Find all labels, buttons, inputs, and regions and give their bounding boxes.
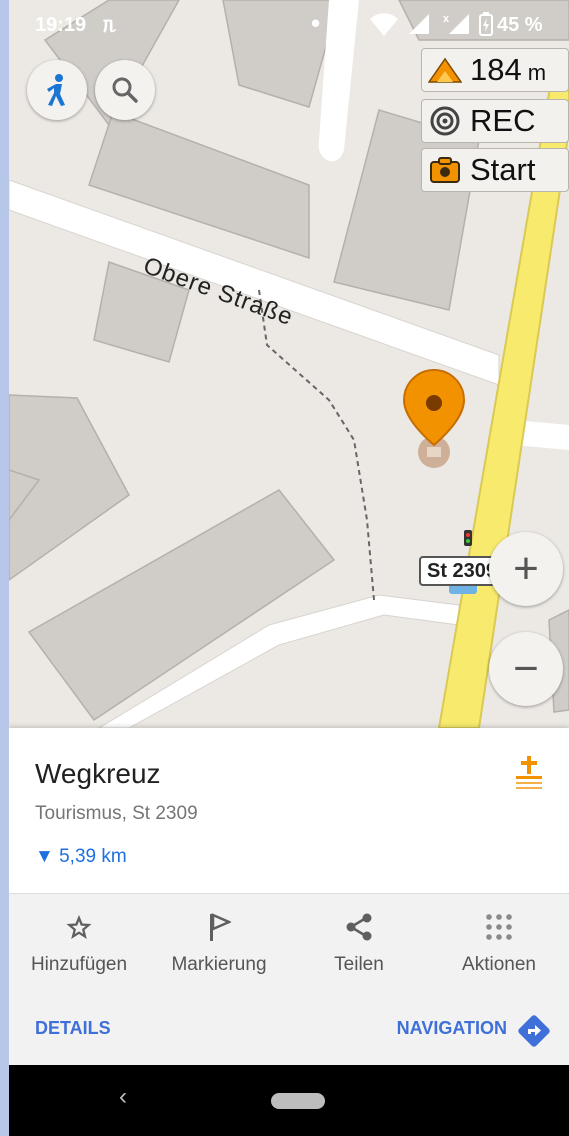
- back-button[interactable]: ‹: [119, 1083, 127, 1111]
- direction-arrow-icon: ▼: [35, 846, 54, 867]
- wifi-icon: [370, 13, 398, 36]
- zoom-in-icon: +: [513, 544, 539, 593]
- details-button[interactable]: DETAILS: [35, 1018, 111, 1039]
- status-bar: 19:19 ᥰ • x 45 %: [9, 0, 569, 52]
- pedestrian-icon: [47, 74, 65, 106]
- more-actions-label: Aktionen: [462, 954, 536, 975]
- search-icon: [112, 77, 138, 103]
- home-button[interactable]: [271, 1093, 325, 1109]
- start-label: Start: [470, 152, 536, 187]
- more-actions-button[interactable]: Aktionen: [429, 894, 569, 989]
- vpn-icon: ᥰ: [103, 12, 117, 37]
- search-button[interactable]: [95, 60, 155, 120]
- star-icon: [66, 915, 92, 939]
- altitude-value: 184: [470, 52, 522, 87]
- rec-label: REC: [470, 103, 536, 138]
- status-time: 19:19: [35, 14, 87, 36]
- trip-recording-widget[interactable]: REC: [421, 99, 569, 143]
- grid-dots-icon: [486, 914, 512, 940]
- add-favorite-button[interactable]: Hinzufügen: [9, 894, 149, 989]
- marker-label: Markierung: [171, 954, 267, 975]
- altitude-widget[interactable]: 184 m: [421, 48, 569, 92]
- system-navigation-bar: ‹: [9, 1065, 569, 1136]
- poi-distance-value: 5,39 km: [59, 846, 127, 867]
- battery-percent: 45 %: [497, 14, 543, 36]
- location-icon: [337, 12, 355, 34]
- wayside-cross-icon: [516, 756, 542, 789]
- add-favorite-label: Hinzufügen: [30, 954, 128, 975]
- signal-x-icon: x: [443, 13, 469, 34]
- battery-icon: [479, 12, 493, 36]
- navigation-profile-button[interactable]: [27, 60, 87, 120]
- share-icon: [346, 913, 372, 941]
- poi-distance: ▼ 5,39 km: [35, 846, 127, 868]
- navigation-button[interactable]: NAVIGATION: [397, 1018, 507, 1039]
- poi-subtitle: Tourismus, St 2309: [35, 803, 198, 824]
- flag-icon: [210, 913, 231, 941]
- poi-title: Wegkreuz: [35, 758, 161, 789]
- camera-icon: [428, 153, 462, 187]
- mountain-icon: [428, 53, 462, 87]
- zoom-in-button[interactable]: +: [489, 532, 563, 606]
- poi-links-row: DETAILS NAVIGATION: [9, 988, 569, 1065]
- map-view[interactable]: Obere Straße St 2309 184 m REC Start + −: [9, 0, 569, 729]
- av-notes-widget[interactable]: Start: [421, 148, 569, 192]
- poi-context-sheet: Wegkreuz Tourismus, St 2309 ▼ 5,39 km Hi…: [9, 728, 569, 1065]
- record-icon: [428, 104, 462, 138]
- navigation-diamond-icon[interactable]: [517, 1014, 551, 1048]
- notification-dot-icon: •: [311, 8, 321, 38]
- marker-button[interactable]: Markierung: [149, 894, 289, 989]
- share-button[interactable]: Teilen: [289, 894, 429, 989]
- poi-actions-bar: Hinzufügen Markierung Teilen Aktionen: [9, 893, 569, 990]
- share-label: Teilen: [334, 954, 384, 975]
- signal-icon: [409, 14, 429, 34]
- zoom-out-icon: −: [513, 644, 539, 693]
- app-screen: Obere Straße St 2309 184 m REC Start + −…: [9, 0, 569, 1136]
- altitude-unit: m: [527, 60, 547, 85]
- zoom-out-button[interactable]: −: [489, 632, 563, 706]
- svg-text:x: x: [443, 13, 450, 25]
